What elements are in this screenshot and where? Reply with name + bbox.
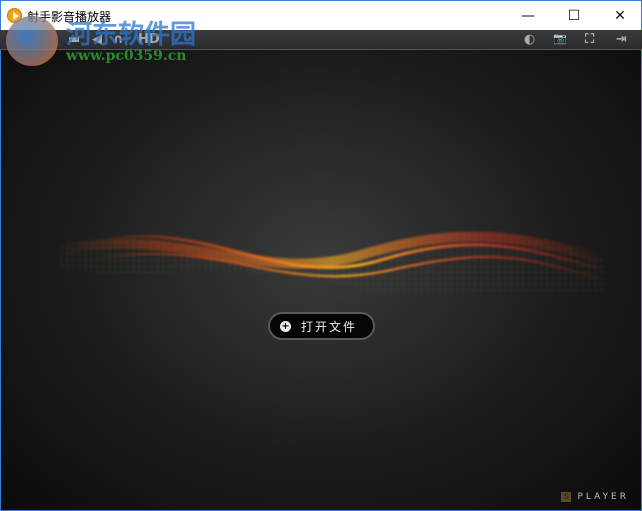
close-button[interactable]: ✕: [597, 1, 642, 31]
open-file-label: 打开文件: [301, 319, 358, 334]
video-area[interactable]: + 打开文件 S PLAYER: [0, 50, 642, 511]
splayer-mark: S: [561, 492, 572, 502]
fullscreen-icon[interactable]: ⛶: [585, 32, 594, 47]
minimize-button[interactable]: —: [505, 1, 551, 31]
watermark-url: www.pc0359.cn: [66, 48, 187, 64]
maximize-button[interactable]: ☐: [551, 1, 597, 31]
splayer-text: PLAYER: [577, 492, 629, 502]
splayer-logo: S PLAYER: [561, 492, 629, 502]
pin-icon[interactable]: ⇥: [616, 32, 627, 47]
watermark-name: 河东软件园: [66, 20, 197, 50]
wave-graphic: [61, 231, 606, 296]
plus-icon: +: [280, 320, 291, 332]
camera-icon[interactable]: 📷: [553, 32, 567, 45]
open-file-button[interactable]: + 打开文件: [268, 312, 375, 340]
brightness-icon[interactable]: ◐: [524, 32, 535, 47]
watermark-logo: [6, 16, 58, 66]
